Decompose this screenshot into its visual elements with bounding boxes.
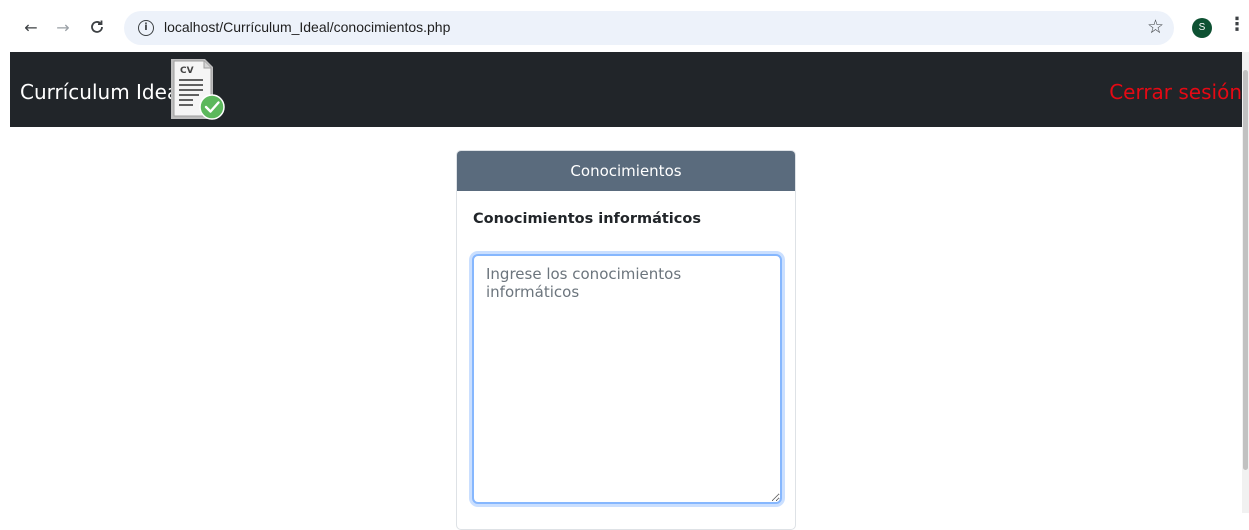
star-icon[interactable]: ☆ xyxy=(1147,16,1164,38)
address-bar[interactable]: i localhost/Currículum_Ideal/conocimient… xyxy=(124,11,1174,45)
arrow-right-icon[interactable]: → xyxy=(52,16,74,38)
page-scrollbar[interactable] xyxy=(1242,52,1249,513)
arrow-left-icon[interactable]: ← xyxy=(20,16,42,38)
site-info-icon[interactable]: i xyxy=(138,20,154,36)
card-header: Conocimientos xyxy=(457,151,795,191)
brand-title[interactable]: Currículum Ideal xyxy=(20,80,185,104)
knowledge-card: Conocimientos Conocimientos informáticos xyxy=(456,150,796,530)
profile-avatar[interactable]: S xyxy=(1192,18,1212,38)
cv-document-check-icon: CV xyxy=(168,57,228,121)
computer-knowledge-textarea[interactable] xyxy=(472,254,782,504)
svg-text:CV: CV xyxy=(180,66,194,76)
scrollbar-thumb[interactable] xyxy=(1243,70,1248,470)
reload-icon[interactable] xyxy=(86,16,108,38)
computer-knowledge-label: Conocimientos informáticos xyxy=(473,211,701,227)
browser-toolbar: ← → i localhost/Currículum_Ideal/conocim… xyxy=(0,0,1249,52)
logout-link[interactable]: Cerrar sesión xyxy=(1109,80,1242,104)
url-text[interactable]: localhost/Currículum_Ideal/conocimientos… xyxy=(164,19,450,35)
kebab-menu-icon[interactable]: ⋮ xyxy=(1228,14,1246,35)
app-navbar: Currículum Ideal CV Cerrar sesión xyxy=(10,52,1242,127)
